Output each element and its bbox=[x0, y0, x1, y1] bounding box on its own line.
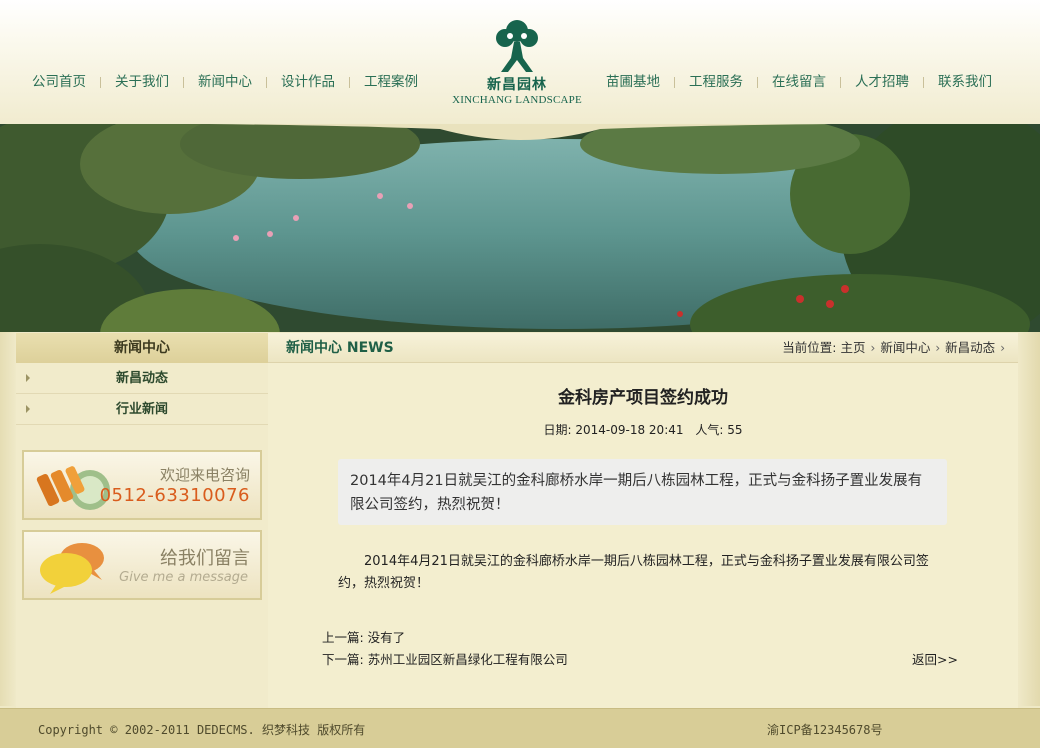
logo-english-name: XINCHANG LANDSCAPE bbox=[452, 94, 582, 106]
nav-message[interactable]: 在线留言 bbox=[758, 73, 840, 91]
article-body: 2014年4月21日就吴江的金科廊桥水岸一期后八栋园林工程，正式与金科扬子置业发… bbox=[338, 554, 929, 591]
arrow-right-icon bbox=[26, 405, 30, 413]
logo-chinese-name: 新昌园林 bbox=[487, 77, 547, 93]
nav-services[interactable]: 工程服务 bbox=[675, 73, 757, 91]
article-date: 日期: 2014-09-18 20:41 bbox=[543, 423, 684, 437]
sidebar-item-label: 行业新闻 bbox=[115, 402, 168, 417]
leave-message-banner[interactable]: 给我们留言 Give me a message bbox=[22, 530, 262, 600]
site-footer: Copyright © 2002-2011 DEDECMS. 织梦科技 版权所有… bbox=[0, 708, 1040, 748]
call-consult-banner[interactable]: 欢迎来电咨询 0512-63310076 bbox=[22, 450, 262, 520]
chevron-right-icon: › bbox=[1000, 341, 1005, 355]
nav-design[interactable]: 设计作品 bbox=[267, 73, 349, 91]
content-header: 新闻中心 NEWS 当前位置: 主页 › 新闻中心 › 新昌动态 › bbox=[268, 333, 1018, 363]
content-section-title: 新闻中心 NEWS bbox=[286, 340, 394, 356]
article-pagination: 上一篇: 没有了 下一篇: 苏州工业园区新昌绿化工程有限公司 bbox=[322, 627, 568, 671]
call-consult-title: 欢迎来电咨询 bbox=[159, 466, 250, 484]
nav-about[interactable]: 关于我们 bbox=[101, 73, 183, 91]
main-nav-right: 苗圃基地 工程服务 在线留言 人才招聘 联系我们 bbox=[592, 73, 1006, 91]
next-article-link[interactable]: 苏州工业园区新昌绿化工程有限公司 bbox=[368, 652, 568, 667]
sidebar-title: 新闻中心 bbox=[16, 333, 268, 363]
sidebar-item-label: 新昌动态 bbox=[115, 371, 168, 386]
banner-top-arch bbox=[208, 124, 832, 140]
arrow-right-icon bbox=[26, 374, 30, 382]
article-meta: 日期: 2014-09-18 20:41 人气: 55 bbox=[268, 421, 1018, 438]
site-logo[interactable]: 新昌园林 XINCHANG LANDSCAPE bbox=[447, 18, 587, 118]
article-views: 人气: 55 bbox=[695, 423, 743, 437]
nav-cases[interactable]: 工程案例 bbox=[350, 73, 432, 91]
leave-message-title: 给我们留言 bbox=[160, 548, 250, 569]
next-article-prefix: 下一篇: bbox=[322, 652, 368, 667]
article-title: 金科房产项目签约成功 bbox=[558, 388, 728, 408]
breadcrumb: 当前位置: 主页 › 新闻中心 › 新昌动态 › bbox=[782, 333, 1010, 363]
chat-bubbles-icon bbox=[40, 543, 104, 594]
phone-number: 0512-63310076 bbox=[99, 485, 250, 506]
sidebar-item-industry-news[interactable]: 行业新闻 bbox=[16, 394, 268, 425]
breadcrumb-company-news[interactable]: 新昌动态 bbox=[945, 333, 995, 363]
sidebar: 新闻中心 新昌动态 行业新闻 欢迎来电咨询 0512-63310076 给我们留… bbox=[16, 333, 268, 708]
leave-message-subtitle: Give me a message bbox=[119, 570, 248, 585]
chevron-right-icon: › bbox=[870, 341, 876, 355]
nav-home[interactable]: 公司首页 bbox=[18, 73, 100, 91]
nav-contact[interactable]: 联系我们 bbox=[924, 73, 1006, 91]
next-article-row: 下一篇: 苏州工业园区新昌绿化工程有限公司 bbox=[322, 649, 568, 671]
breadcrumb-home[interactable]: 主页 bbox=[841, 333, 866, 363]
chevron-right-icon: › bbox=[935, 341, 941, 355]
main-nav-left: 公司首页 关于我们 新闻中心 设计作品 工程案例 bbox=[18, 73, 432, 91]
nav-nursery[interactable]: 苗圃基地 bbox=[592, 73, 674, 91]
copyright-text: Copyright © 2002-2011 DEDECMS. 织梦科技 版权所有 bbox=[38, 723, 366, 737]
back-link[interactable]: 返回>> bbox=[912, 649, 958, 671]
nav-jobs[interactable]: 人才招聘 bbox=[841, 73, 923, 91]
tree-logo-icon bbox=[496, 20, 538, 72]
prev-article: 上一篇: 没有了 bbox=[322, 630, 406, 645]
icp-license[interactable]: 渝ICP备12345678号 bbox=[767, 721, 882, 738]
nav-news[interactable]: 新闻中心 bbox=[184, 73, 266, 91]
article-summary: 2014年4月21日就吴江的金科廊桥水岸一期后八栋园林工程，正式与金科扬子置业发… bbox=[338, 459, 947, 525]
main-content: 新闻中心 NEWS 当前位置: 主页 › 新闻中心 › 新昌动态 › 金科房产项… bbox=[268, 333, 1018, 708]
sidebar-item-company-news[interactable]: 新昌动态 bbox=[16, 363, 268, 394]
breadcrumb-prefix: 当前位置: bbox=[782, 340, 837, 355]
breadcrumb-news[interactable]: 新闻中心 bbox=[880, 333, 930, 363]
